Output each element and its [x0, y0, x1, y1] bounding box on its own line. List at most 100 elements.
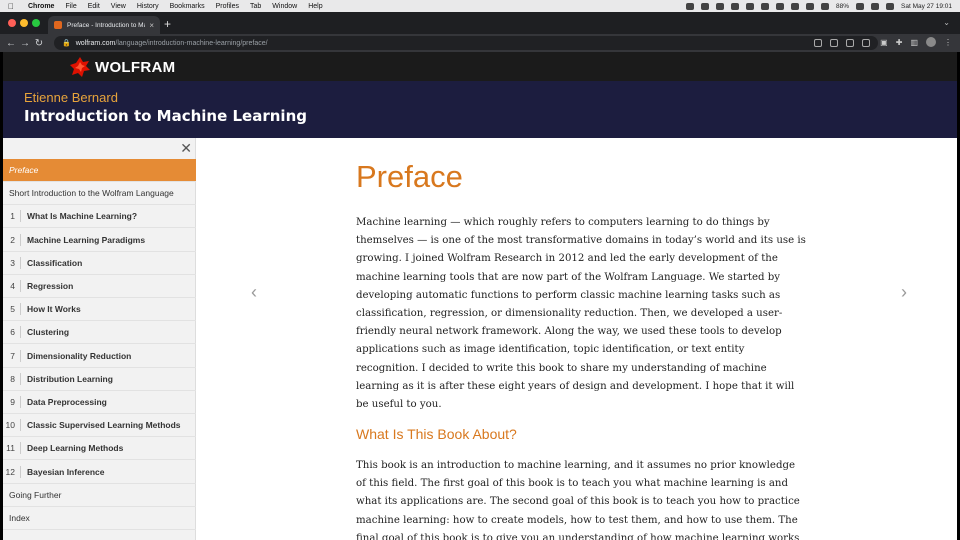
status-app-icon[interactable] — [806, 2, 815, 10]
macos-menu-bar:  Chrome File Edit View History Bookmark… — [0, 0, 960, 12]
puzzle-icon[interactable]: ✚ — [896, 38, 903, 47]
chapter-number: 5 — [3, 303, 21, 316]
section-heading: What Is This Book About? — [356, 426, 517, 442]
search-icon[interactable] — [886, 2, 895, 10]
chapter-number: 3 — [3, 256, 21, 269]
sidebar-item-label: Short Introduction to the Wolfram Langua… — [9, 188, 174, 199]
sidebar-item[interactable]: 9 Data Preprocessing — [3, 391, 196, 414]
page-title: Preface — [356, 159, 463, 194]
menu-help[interactable]: Help — [308, 3, 322, 10]
url-path: /language/introduction-machine-learning/… — [115, 39, 268, 47]
status-app-icon[interactable] — [701, 2, 710, 10]
reload-icon[interactable]: ↻ — [32, 38, 46, 49]
chapter-number: 12 — [3, 465, 21, 478]
menu-file[interactable]: File — [65, 3, 76, 10]
chapter-number: 6 — [3, 326, 21, 339]
sidebar-item[interactable]: Preface — [3, 159, 196, 182]
chapter-number: 9 — [3, 396, 21, 408]
status-app-icon[interactable] — [686, 2, 695, 10]
battery-percent[interactable]: 88% — [836, 3, 849, 10]
sidebar-item-label: Machine Learning Paradigms — [27, 234, 146, 245]
sidebar-item[interactable]: Short Introduction to the Wolfram Langua… — [3, 182, 196, 206]
wifi-icon[interactable] — [871, 2, 880, 10]
book-header: Etienne Bernard Introduction to Machine … — [3, 81, 957, 138]
chevron-left-icon[interactable]: ‹ — [251, 282, 257, 303]
status-app-icon[interactable] — [716, 2, 725, 10]
status-app-icon[interactable] — [761, 2, 770, 10]
sidebar-item-label: Bayesian Inference — [27, 466, 105, 477]
zoom-icon[interactable] — [814, 39, 822, 47]
sidebar-item[interactable]: 3 Classification — [3, 252, 196, 275]
menu-edit[interactable]: Edit — [88, 3, 100, 10]
status-app-icon[interactable] — [731, 2, 740, 10]
menu-view[interactable]: View — [111, 3, 126, 10]
toolbar-extensions: ▣ ✚ ▥ ⋮ — [880, 37, 952, 47]
book-author: Etienne Bernard — [24, 90, 118, 105]
sidebar-item[interactable]: 10 Classic Supervised Learning Methods — [3, 414, 196, 438]
sidebar-item[interactable]: 7 Dimensionality Reduction — [3, 345, 196, 368]
profile-avatar[interactable] — [926, 37, 936, 47]
menu-bookmarks[interactable]: Bookmarks — [170, 3, 205, 10]
sidebar-item-label: Distribution Learning — [27, 373, 113, 384]
bookmark-star-icon[interactable] — [862, 39, 870, 47]
menu-app-name[interactable]: Chrome — [28, 3, 54, 10]
close-icon[interactable]: ✕ — [180, 140, 192, 157]
sidebar-item-label: Data Preprocessing — [27, 397, 107, 407]
app-menu: Chrome File Edit View History Bookmarks … — [28, 3, 334, 10]
chevron-right-icon[interactable]: › — [901, 282, 907, 303]
url-host: wolfram.com — [75, 39, 116, 47]
wolfram-wordmark: WOLFRAM — [95, 58, 176, 76]
sidebar-item-label: Going Further — [9, 489, 62, 500]
book-title[interactable]: Introduction to Machine Learning — [24, 107, 307, 125]
tab-title: Preface - Introduction to Machi — [67, 21, 145, 29]
status-app-icon[interactable] — [776, 2, 785, 10]
sidebar-item[interactable]: 4 Regression — [3, 275, 196, 298]
omnibox-actions — [814, 39, 870, 47]
minimize-window-icon[interactable] — [20, 19, 28, 27]
menu-profiles[interactable]: Profiles — [216, 3, 239, 10]
sidebar-item[interactable]: 5 How It Works — [3, 298, 196, 322]
maximize-window-icon[interactable] — [32, 19, 40, 27]
close-window-icon[interactable] — [8, 19, 16, 27]
menu-history[interactable]: History — [137, 3, 159, 10]
sidebar-item-label: Classic Supervised Learning Methods — [27, 420, 181, 431]
toc-top-bar: ✕ — [3, 138, 196, 159]
kebab-menu-icon[interactable]: ⋮ — [944, 38, 952, 47]
sidebar-item[interactable]: 11 Deep Learning Methods — [3, 437, 196, 461]
apple-icon[interactable]:  — [8, 2, 18, 11]
browser-tab[interactable]: Preface - Introduction to Machi × — [48, 16, 160, 34]
menu-tab[interactable]: Tab — [250, 3, 261, 10]
chapter-number: 2 — [3, 233, 21, 246]
status-area: 88% Sat May 27 19:01 — [686, 0, 952, 12]
sidebar-item-label: Clustering — [27, 327, 70, 338]
status-app-icon[interactable] — [821, 2, 830, 10]
sidebar-item[interactable]: 1 What Is Machine Learning? — [3, 205, 196, 229]
share-icon[interactable] — [830, 39, 838, 47]
install-icon[interactable] — [846, 39, 854, 47]
sidebar-item-label: What Is Machine Learning? — [27, 211, 138, 222]
web-page: WOLFRAM Etienne Bernard Introduction to … — [3, 52, 957, 540]
sidebar-item[interactable]: 8 Distribution Learning — [3, 368, 196, 391]
status-app-icon[interactable] — [791, 2, 800, 10]
menu-window[interactable]: Window — [272, 3, 297, 10]
status-app-icon[interactable] — [746, 2, 755, 10]
clock[interactable]: Sat May 27 19:01 — [901, 3, 952, 10]
lock-icon[interactable]: 🔒 — [62, 39, 71, 47]
sidebar-item[interactable]: 6 Clustering — [3, 321, 196, 345]
side-panel-icon[interactable]: ▥ — [910, 38, 918, 47]
address-bar[interactable]: 🔒 wolfram.com/language/introduction-mach… — [54, 36, 878, 50]
wolfram-spikey-icon — [70, 57, 90, 77]
forward-icon[interactable]: → — [18, 38, 32, 49]
sidebar-item[interactable]: Index — [3, 507, 196, 530]
sidebar-item[interactable]: 12 Bayesian Inference — [3, 461, 196, 484]
paragraph-about: This book is an introduction to machine … — [356, 460, 800, 540]
wolfram-logo[interactable]: WOLFRAM — [69, 56, 175, 78]
back-icon[interactable]: ← — [4, 38, 18, 49]
sidebar-item[interactable]: Going Further — [3, 484, 196, 507]
sidebar-item[interactable]: 2 Machine Learning Paradigms — [3, 229, 196, 252]
battery-icon[interactable] — [856, 2, 865, 10]
close-tab-icon[interactable]: × — [149, 21, 154, 30]
new-tab-icon[interactable]: + — [164, 17, 171, 31]
tab-search-chevron-icon[interactable]: ⌄ — [943, 18, 950, 27]
extension-icon[interactable]: ▣ — [880, 38, 888, 47]
